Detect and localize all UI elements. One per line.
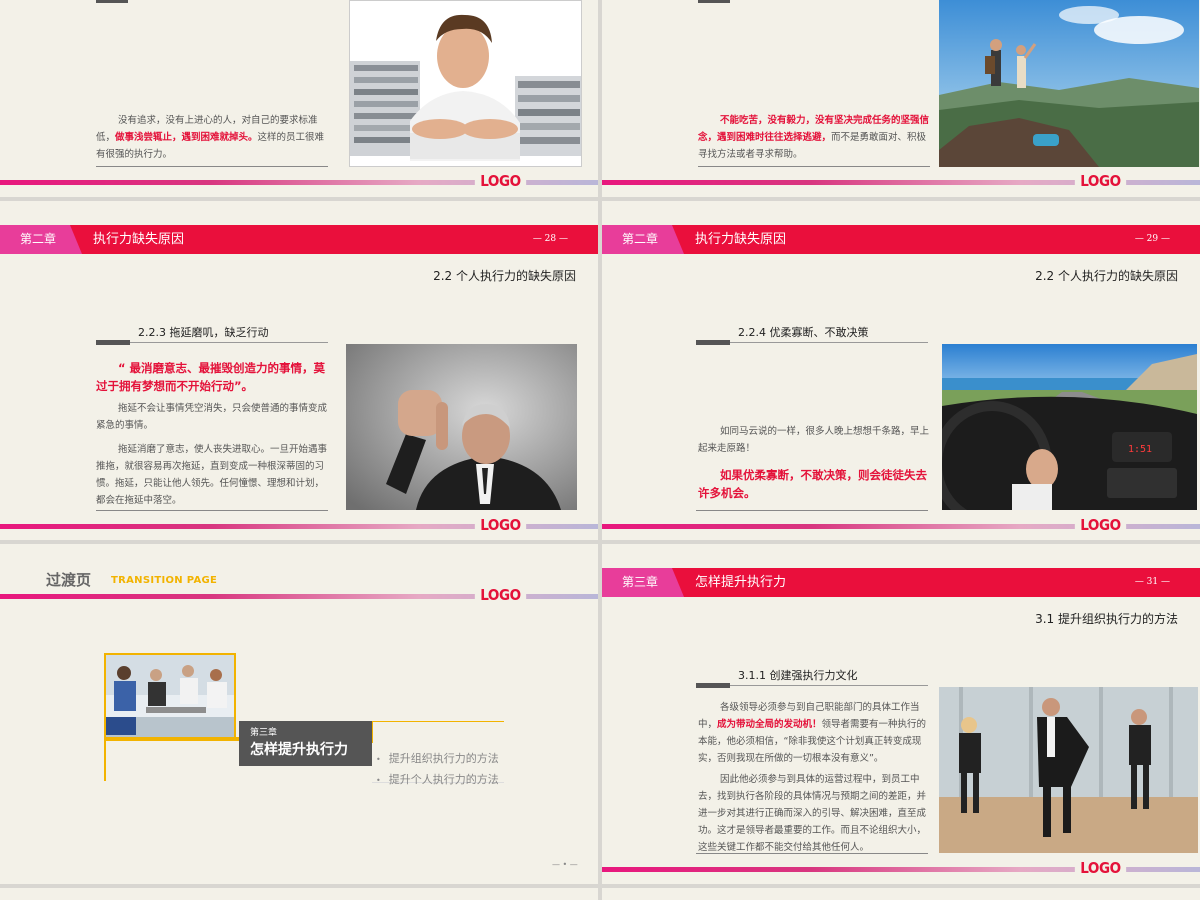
chapter-title: 怎样提升执行力 <box>250 742 348 758</box>
paragraph-1: 拖延不会让事情凭空消失，只会使普通的事情变成紧急的事情。 <box>96 403 328 431</box>
sub-bar <box>96 0 128 3</box>
transition-subtitle: TRANSITION PAGE <box>111 575 218 586</box>
paragraph-2: 因此他必须参与到具体的运营过程中，到员工中去，找到执行各阶段的具体情况与预期之间… <box>698 774 927 853</box>
slide-next-left[interactable] <box>0 888 598 900</box>
sub-line <box>730 685 928 686</box>
bullet-list: • 提升组织执行力的方法 • 提升个人执行力的方法 <box>376 749 499 791</box>
accent-line <box>372 721 504 722</box>
bored-employee-image <box>349 0 582 167</box>
car-driving-image: 1:51 <box>942 344 1197 510</box>
sub-bar <box>696 683 730 688</box>
slide-28-top[interactable]: 不能吃苦，没有毅力，没有坚决完成任务的坚强信念，遇到困难时往往选择逃避，而不是勇… <box>602 0 1200 197</box>
divider <box>96 510 328 511</box>
page-number: — 29 — <box>1134 234 1170 244</box>
accent-line <box>104 741 106 781</box>
bullet-item[interactable]: • 提升个人执行力的方法 <box>376 770 499 791</box>
divider <box>696 510 928 511</box>
transition-slide[interactable]: 过渡页 TRANSITION PAGE LOGO 第三章 怎样提升执行力 • 提升… <box>0 544 598 884</box>
sub-line <box>730 342 928 343</box>
divider <box>696 853 928 854</box>
meeting-image <box>104 653 236 739</box>
slide-28[interactable]: 第二章 执行力缺失原因 — 28 — 2.2 个人执行力的缺失原因 2.2.3 … <box>0 201 598 540</box>
chapter-tag: 第二章 <box>0 225 82 254</box>
logo: LOGO <box>1074 172 1127 190</box>
sub-line <box>130 342 328 343</box>
logo: LOGO <box>1074 516 1127 534</box>
header-title: 怎样提升执行力 <box>695 575 787 590</box>
sub-bar <box>698 0 730 3</box>
sub-bar <box>696 340 730 345</box>
paragraph-1: 各级领导必须参与到自己职能部门的具体工作当中，成为带动全局的发动机！领导者需要有… <box>698 699 930 767</box>
bullet-item[interactable]: • 提升组织执行力的方法 <box>376 749 499 770</box>
section-title: 2.2 个人执行力的缺失原因 <box>433 269 576 283</box>
quote-text: “ 最消磨意志、最摧毁创造力的事情，莫过于拥有梦想而不开始行动”。 <box>96 361 326 393</box>
slide2-paragraph: 不能吃苦，没有毅力，没有坚决完成任务的坚强信念，遇到困难时往往选择逃避，而不是勇… <box>698 112 930 163</box>
thumbs-down-man-image <box>346 344 577 510</box>
slide-27[interactable]: 没有追求，没有上进心的人，对自己的要求标准低，做事浅尝辄止，遇到困难就掉头。这样… <box>0 0 598 197</box>
page-number: — • — <box>552 860 578 869</box>
sub-title: 2.2.4 优柔寡断、不敢决策 <box>738 326 869 339</box>
slide1-paragraph: 没有追求，没有上进心的人，对自己的要求标准低，做事浅尝辄止，遇到困难就掉头。这样… <box>96 112 328 163</box>
paragraph-2: 拖延消磨了意志，使人丧失进取心。一旦开始遇事推拖，就很容易再次拖延，直到变成一种… <box>96 444 328 506</box>
section-title: 3.1 提升组织执行力的方法 <box>1035 612 1178 626</box>
chapter-tag: 第三章 <box>602 568 684 597</box>
paragraph-1: 如同马云说的一样，很多人晚上想想千条路，早上起来走原路！ <box>698 426 930 454</box>
accent-line <box>372 721 373 743</box>
slide-header: 第三章 怎样提升执行力 — 31 — <box>602 568 1200 597</box>
slide-header: 第二章 执行力缺失原因 — 28 — <box>0 225 598 254</box>
page-number: — 28 — <box>532 234 568 244</box>
highlight-text: 成为带动全局的发动机！ <box>717 719 822 730</box>
header-title: 执行力缺失原因 <box>93 232 185 247</box>
highlight-text: 如果优柔寡断，不敢决策，则会徒徒失去许多机会。 <box>698 468 927 500</box>
sub-title: 2.2.3 拖延磨叽，缺乏行动 <box>138 326 269 339</box>
divider <box>96 166 328 167</box>
slide-header: 第二章 执行力缺失原因 — 29 — <box>602 225 1200 254</box>
divider <box>698 166 930 167</box>
header-title: 执行力缺失原因 <box>695 232 787 247</box>
slide-31[interactable]: 第三章 怎样提升执行力 — 31 — 3.1 提升组织执行力的方法 3.1.1 … <box>602 544 1200 884</box>
accent-line <box>104 737 240 741</box>
page-number: — 31 — <box>1134 577 1170 587</box>
section-title: 2.2 个人执行力的缺失原因 <box>1035 269 1178 283</box>
slide-29[interactable]: 第二章 执行力缺失原因 — 29 — 2.2 个人执行力的缺失原因 2.2.4 … <box>602 201 1200 540</box>
transition-title: 过渡页 <box>46 571 92 589</box>
chapter-tag: 第二章 <box>602 225 684 254</box>
logo: LOGO <box>474 586 527 604</box>
logo: LOGO <box>474 172 527 190</box>
logo: LOGO <box>1074 859 1127 877</box>
running-businesspeople-image <box>939 687 1198 853</box>
hikers-mountain-image <box>939 0 1199 167</box>
sub-title: 3.1.1 创建强执行力文化 <box>738 669 858 682</box>
chapter-box: 第三章 怎样提升执行力 <box>239 721 372 766</box>
sub-bar <box>96 340 130 345</box>
chapter-label: 第三章 <box>250 728 278 738</box>
highlight-text: 做事浅尝辄止，遇到困难就掉头。 <box>115 132 258 143</box>
dashboard-clock: 1:51 <box>1128 444 1152 455</box>
logo: LOGO <box>474 516 527 534</box>
slide-next-right[interactable] <box>602 888 1200 900</box>
